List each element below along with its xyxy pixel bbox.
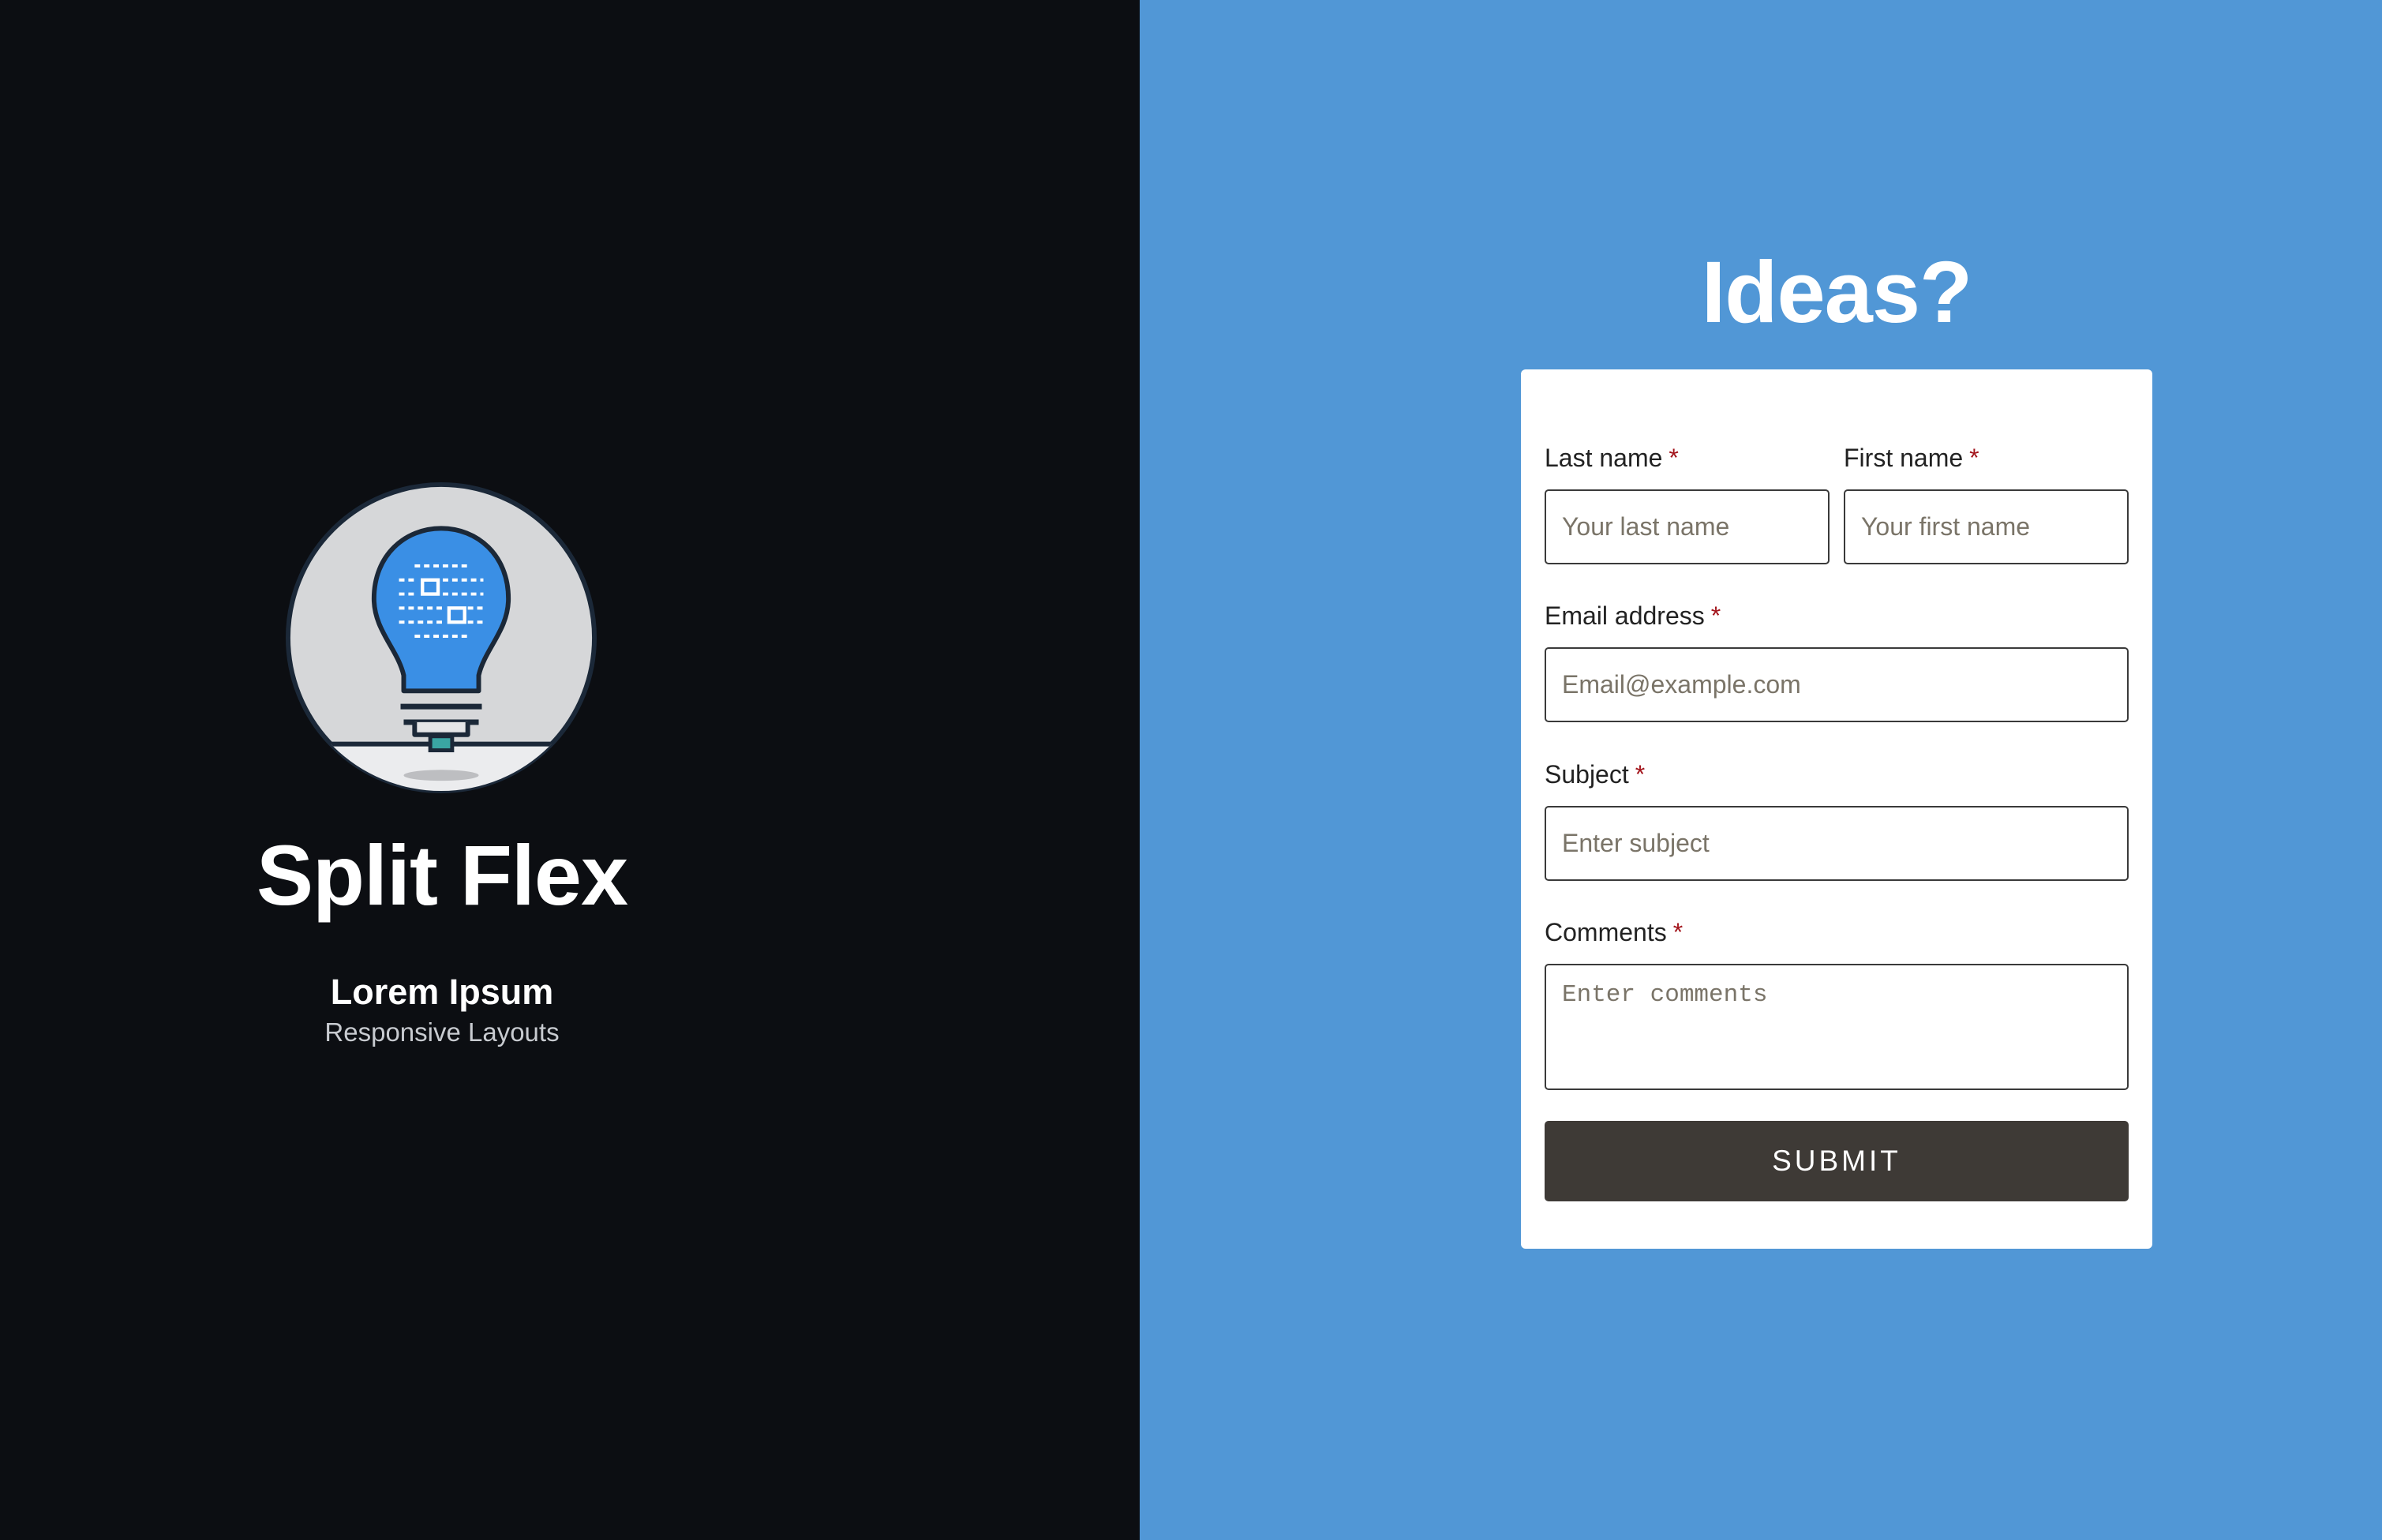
submit-button[interactable]: SUBMIT xyxy=(1545,1121,2129,1201)
brand-subtitle: Lorem Ipsum xyxy=(330,972,554,1012)
email-label-text: Email address xyxy=(1545,601,1705,630)
comments-label-text: Comments xyxy=(1545,918,1667,946)
page: Split Flex Lorem Ipsum Responsive Layout… xyxy=(0,0,2382,1540)
comments-label: Comments * xyxy=(1545,920,1683,945)
subject-label-text: Subject xyxy=(1545,760,1629,789)
subject-label: Subject * xyxy=(1545,762,1645,787)
comments-textarea[interactable] xyxy=(1545,964,2129,1090)
brand-tagline: Responsive Layouts xyxy=(324,1017,560,1047)
email-label: Email address * xyxy=(1545,603,1721,628)
first-name-label: First name * xyxy=(1844,445,1979,470)
email-input[interactable] xyxy=(1545,647,2129,722)
contact-form: Last name* First name* Email address* Su… xyxy=(1521,369,2152,1249)
subject-input[interactable] xyxy=(1545,806,2129,881)
last-name-label: Last name * xyxy=(1545,445,1679,470)
required-marker: * xyxy=(1710,601,1721,630)
required-marker: * xyxy=(1672,918,1684,946)
required-marker: * xyxy=(1969,444,1979,472)
brand-panel: Split Flex Lorem Ipsum Responsive Layout… xyxy=(0,0,1140,1540)
first-name-input[interactable] xyxy=(1844,489,2129,564)
last-name-input[interactable] xyxy=(1545,489,1830,564)
form-panel: Ideas? Last name* First name* Email addr… xyxy=(1140,0,2382,1540)
first-name-label-text: First name xyxy=(1844,444,1964,472)
required-marker: * xyxy=(1669,444,1679,472)
last-name-label-text: Last name xyxy=(1545,444,1663,472)
form-heading: Ideas? xyxy=(1701,244,1972,341)
lightbulb-icon xyxy=(285,481,597,794)
brand-title: Split Flex xyxy=(256,827,628,923)
required-marker: * xyxy=(1635,760,1646,789)
